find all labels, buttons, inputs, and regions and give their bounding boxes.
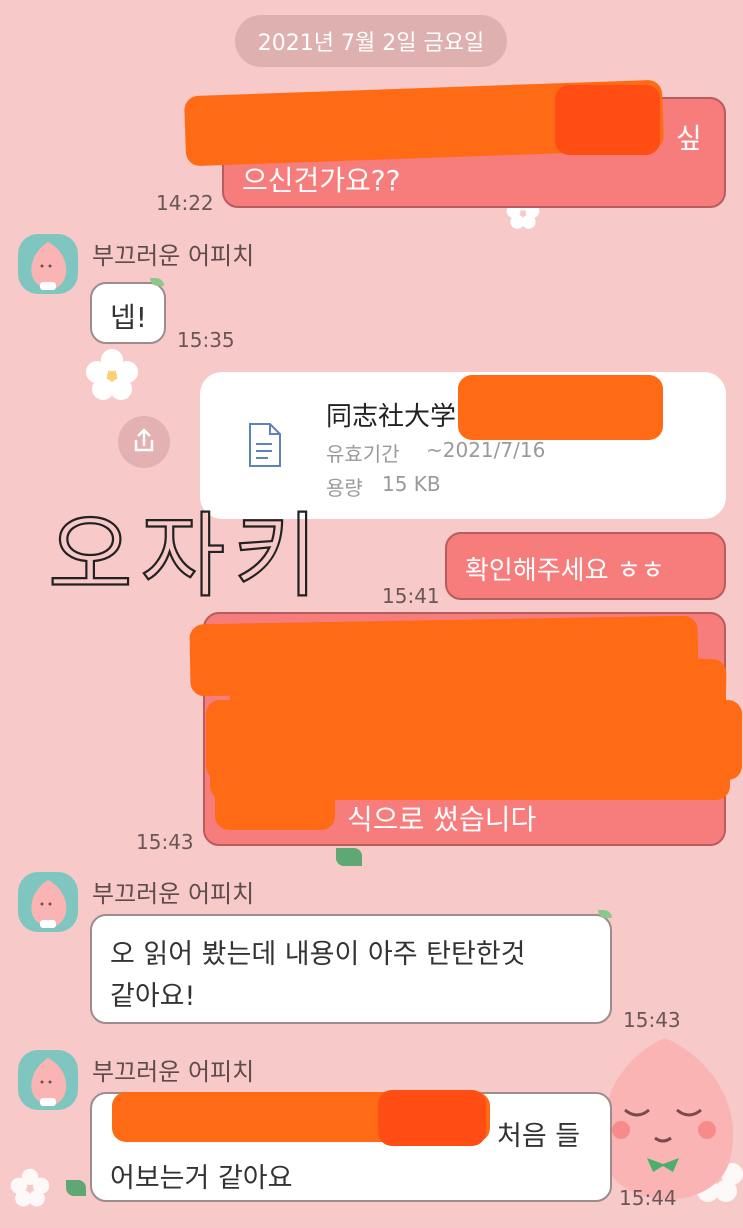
leaf-decoration — [66, 1180, 86, 1196]
share-button[interactable] — [118, 416, 170, 468]
message-time: 15:41 — [382, 584, 440, 608]
message-text: 처음 들 — [497, 1121, 581, 1152]
message-text: 어보는거 같아요 — [110, 1163, 293, 1194]
message-text: 식으로 썼습니다 — [347, 803, 537, 836]
leaf-decoration — [336, 848, 362, 866]
sender-avatar[interactable] — [18, 234, 78, 294]
redaction-overlay — [378, 1090, 486, 1146]
message-time: 15:44 — [619, 1186, 677, 1210]
peach-avatar-icon — [31, 1058, 67, 1106]
handwriting-annotation: 오자키 — [48, 502, 326, 610]
message-text: 싶 — [676, 122, 702, 155]
flower-decoration — [86, 349, 138, 400]
document-icon — [249, 423, 281, 467]
redaction-overlay — [458, 375, 663, 440]
file-validity-value: ~2021/7/16 — [426, 438, 546, 462]
sender-name: 부끄러운 어피치 — [92, 880, 255, 908]
sender-name: 부끄러운 어피치 — [92, 242, 255, 270]
handwriting-text: 오자키 — [48, 503, 326, 610]
redaction-overlay — [215, 780, 335, 830]
message-time: 15:35 — [177, 328, 235, 352]
sender-avatar[interactable] — [18, 872, 78, 932]
message-time: 15:43 — [136, 830, 194, 854]
sender-name: 부끄러운 어피치 — [92, 1058, 255, 1086]
message-time: 15:43 — [623, 1008, 681, 1032]
file-size-value: 15 KB — [382, 472, 441, 496]
file-validity-label: 유효기간 — [326, 442, 400, 466]
date-divider: 2021년 7월 2일 금요일 — [235, 15, 507, 67]
share-icon — [134, 428, 154, 452]
message-text: 오 읽어 봤는데 내용이 아주 탄탄한것 — [110, 939, 526, 970]
my-message-bubble[interactable]: 확인해주세요 ㅎㅎ — [445, 532, 726, 600]
flower-decoration — [10, 1168, 50, 1207]
message-text: 같아요! — [110, 981, 196, 1012]
their-message-bubble[interactable]: 넵! — [90, 282, 166, 344]
file-size-label: 용량 — [326, 476, 363, 500]
their-message-bubble[interactable]: 오 읽어 봤는데 내용이 아주 탄탄한것 같아요! — [90, 914, 612, 1024]
message-text: 확인해주세요 ㅎㅎ — [465, 556, 665, 586]
message-text: 으신건가요?? — [242, 164, 401, 197]
peach-avatar-icon — [31, 242, 67, 290]
message-text: 넵! — [110, 301, 147, 334]
peach-avatar-icon — [31, 880, 67, 928]
message-time: 14:22 — [156, 191, 214, 215]
sender-avatar[interactable] — [18, 1050, 78, 1110]
redaction-overlay — [555, 85, 660, 155]
file-name: 同志社大学 — [326, 402, 457, 432]
